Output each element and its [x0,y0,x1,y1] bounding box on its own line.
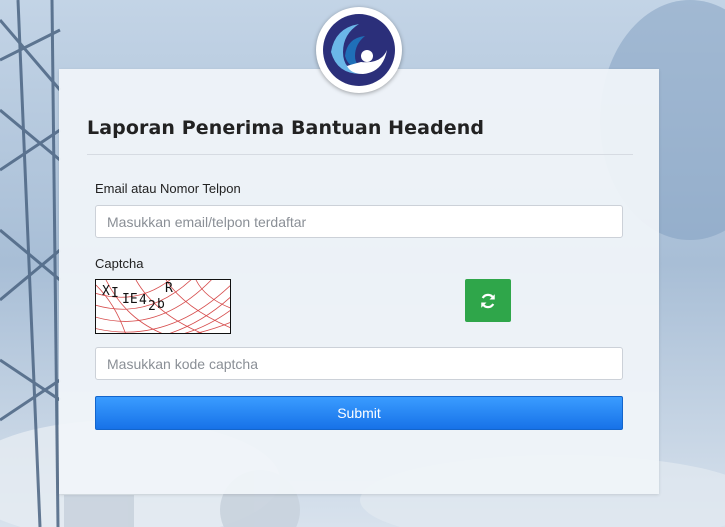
page-title: Laporan Penerima Bantuan Headend [87,117,485,139]
refresh-icon [481,293,495,308]
refresh-captcha-button[interactable] [465,279,511,322]
logo-icon [323,14,395,86]
captcha-noise: X I IE 4 2 b R [96,280,230,333]
email-label: Email atau Nomor Telpon [95,181,241,196]
email-field[interactable] [95,205,623,238]
captcha-code-field[interactable] [95,347,623,380]
captcha-image: X I IE 4 2 b R [95,279,231,334]
captcha-char: IE [122,292,138,307]
captcha-char: X [102,284,110,299]
submit-button[interactable]: Submit [95,396,623,430]
captcha-char: I [111,286,119,301]
captcha-label: Captcha [95,256,144,271]
captcha-char: 4 [139,293,147,308]
captcha-char: b [157,297,165,312]
captcha-char: 2 [148,299,156,314]
kominfo-logo [316,7,402,93]
captcha-char: R [165,281,173,296]
report-login-card: Laporan Penerima Bantuan Headend Email a… [59,69,659,494]
title-divider [87,154,633,155]
